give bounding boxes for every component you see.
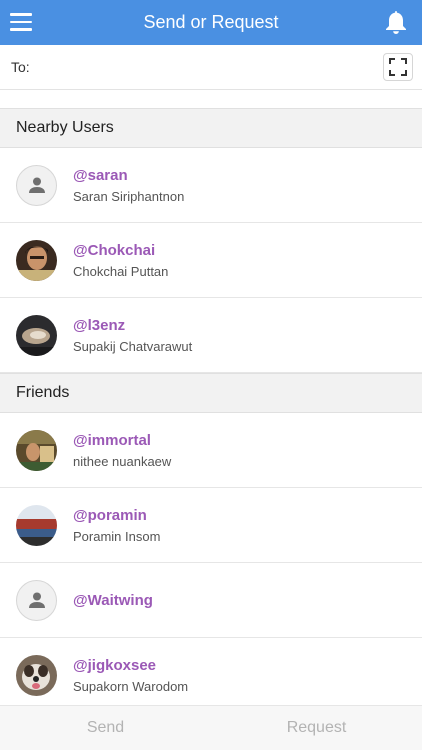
full-name: nithee nuankaew [73, 453, 172, 469]
avatar [16, 504, 57, 546]
default-avatar-icon [16, 579, 57, 621]
full-name: Saran Siriphantnon [73, 188, 185, 204]
list-item[interactable]: @poramin Poramin Insom [0, 488, 422, 563]
hamburger-menu-icon[interactable] [10, 13, 32, 31]
send-button[interactable]: Send [0, 706, 211, 750]
section-header-friends: Friends [0, 373, 422, 413]
list-item[interactable]: @Waitwing [0, 563, 422, 638]
full-name: Chokchai Puttan [73, 263, 169, 279]
avatar [16, 654, 57, 696]
bell-icon[interactable] [384, 9, 408, 35]
page-title: Send or Request [143, 12, 279, 32]
list-item[interactable]: @immortal nithee nuankaew [0, 413, 422, 488]
username: @Chokchai [73, 241, 156, 259]
qr-scan-button[interactable] [383, 53, 413, 81]
to-label: To: [11, 59, 30, 75]
recipient-input[interactable] [35, 52, 383, 82]
list-item[interactable]: @Chokchai Chokchai Puttan [0, 223, 422, 298]
username: @saran [73, 166, 128, 184]
avatar [16, 314, 57, 356]
request-button[interactable]: Request [211, 706, 422, 750]
username: @immortal [73, 431, 151, 449]
username: @jigkoxsee [73, 656, 156, 674]
section-header-nearby-users: Nearby Users [0, 108, 422, 148]
app-header: Send or Request [0, 0, 422, 45]
recipient-row: To: [0, 45, 422, 90]
default-avatar-icon [16, 164, 57, 206]
list-item[interactable]: @jigkoxsee Supakorn Warodom [0, 638, 422, 713]
full-name: Poramin Insom [73, 528, 161, 544]
qr-scan-icon [389, 58, 407, 76]
bottom-action-bar: Send Request [0, 705, 422, 750]
avatar [16, 429, 57, 471]
username: @poramin [73, 506, 147, 524]
full-name: Supakorn Warodom [73, 678, 189, 694]
list-item[interactable]: @l3enz Supakij Chatvarawut [0, 298, 422, 373]
username: @l3enz [73, 316, 126, 334]
username: @Waitwing [73, 591, 153, 609]
avatar [16, 239, 57, 281]
spacer [0, 90, 422, 108]
list-item[interactable]: @saran Saran Siriphantnon [0, 148, 422, 223]
full-name: Supakij Chatvarawut [73, 338, 193, 354]
user-list: Nearby Users @saran Saran Siriphantnon @… [0, 108, 422, 713]
